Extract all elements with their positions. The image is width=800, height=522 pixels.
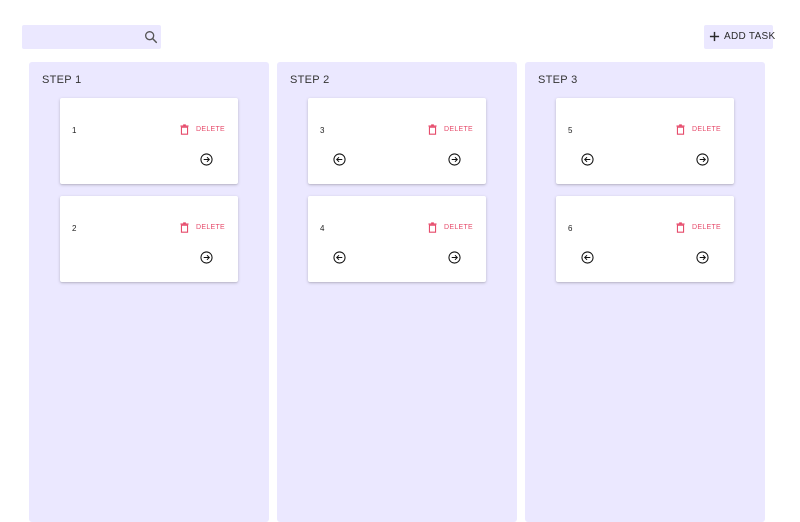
task-card: 1 DELETE	[60, 98, 238, 184]
arrow-right-circle-icon[interactable]	[696, 153, 709, 166]
task-number: 2	[72, 224, 77, 233]
add-task-label: ADD TASK	[724, 31, 776, 42]
column-title: STEP 3	[538, 74, 578, 86]
column-title: STEP 2	[290, 74, 330, 86]
task-card: 2 DELETE	[60, 196, 238, 282]
add-task-button[interactable]: ADD TASK	[704, 25, 776, 49]
arrow-right-circle-icon[interactable]	[448, 153, 461, 166]
delete-label: DELETE	[692, 126, 722, 133]
task-card: 4 DELETE	[308, 196, 486, 282]
search-icon[interactable]	[143, 29, 159, 45]
task-number: 4	[320, 224, 325, 233]
trash-icon	[676, 124, 685, 135]
arrow-left-circle-icon[interactable]	[333, 153, 346, 166]
search-box	[22, 25, 161, 49]
delete-button[interactable]: DELETE	[428, 222, 474, 234]
column-step-3: STEP 3 5 DELETE 6 DELETE	[525, 62, 765, 522]
plus-icon	[709, 31, 720, 42]
task-card: 3 DELETE	[308, 98, 486, 184]
arrow-left-circle-icon[interactable]	[581, 153, 594, 166]
arrow-right-circle-icon[interactable]	[696, 251, 709, 264]
arrow-left-circle-icon[interactable]	[333, 251, 346, 264]
column-step-1: STEP 1 1 DELETE 2 DELETE	[29, 62, 269, 522]
delete-button[interactable]: DELETE	[676, 124, 722, 136]
delete-label: DELETE	[692, 224, 722, 231]
delete-button[interactable]: DELETE	[676, 222, 722, 234]
delete-button[interactable]: DELETE	[428, 124, 474, 136]
delete-label: DELETE	[444, 126, 474, 133]
task-number: 1	[72, 126, 77, 135]
delete-label: DELETE	[196, 224, 226, 231]
column-title: STEP 1	[42, 74, 82, 86]
task-number: 3	[320, 126, 325, 135]
delete-button[interactable]: DELETE	[180, 222, 226, 234]
arrow-right-circle-icon[interactable]	[200, 153, 213, 166]
search-input[interactable]	[22, 25, 132, 49]
task-number: 5	[568, 126, 573, 135]
trash-icon	[428, 222, 437, 233]
delete-label: DELETE	[196, 126, 226, 133]
arrow-right-circle-icon[interactable]	[448, 251, 461, 264]
task-card: 5 DELETE	[556, 98, 734, 184]
delete-label: DELETE	[444, 224, 474, 231]
task-card: 6 DELETE	[556, 196, 734, 282]
arrow-left-circle-icon[interactable]	[581, 251, 594, 264]
task-number: 6	[568, 224, 573, 233]
trash-icon	[180, 222, 189, 233]
column-step-2: STEP 2 3 DELETE 4 DELETE	[277, 62, 517, 522]
arrow-right-circle-icon[interactable]	[200, 251, 213, 264]
trash-icon	[428, 124, 437, 135]
trash-icon	[180, 124, 189, 135]
delete-button[interactable]: DELETE	[180, 124, 226, 136]
trash-icon	[676, 222, 685, 233]
